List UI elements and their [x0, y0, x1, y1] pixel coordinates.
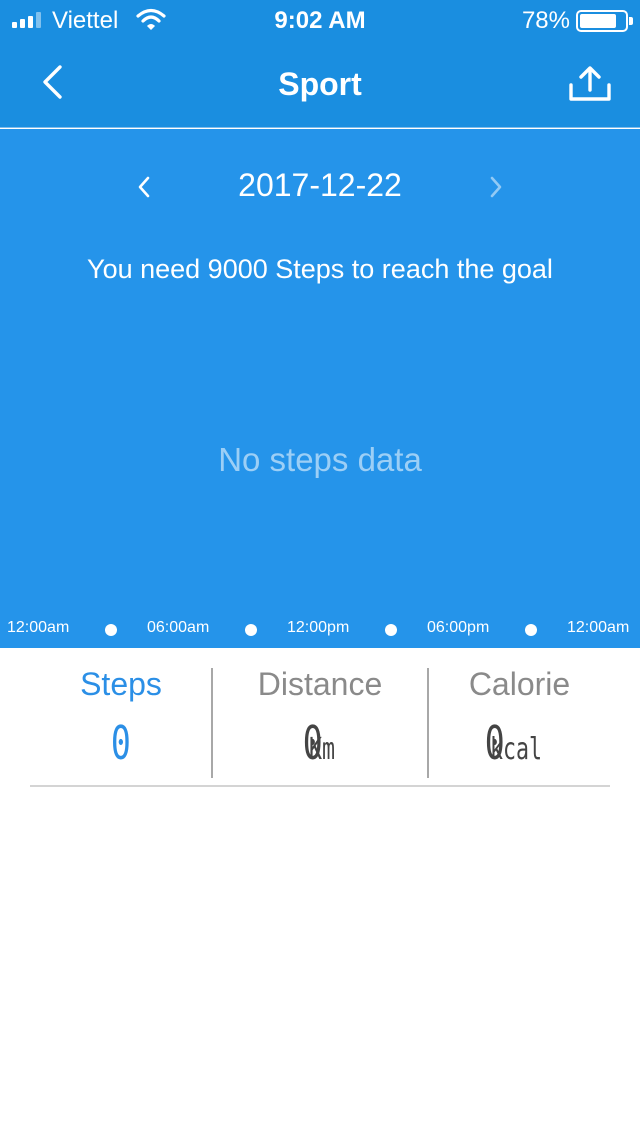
calorie-value: 0kcal — [429, 720, 610, 766]
share-upload-icon — [569, 66, 611, 101]
time-axis-label: 12:00pm — [287, 619, 350, 636]
steps-tab[interactable]: Steps 0 — [30, 648, 212, 787]
time-axis-label: 06:00am — [147, 619, 210, 636]
calorie-tab[interactable]: Calorie 0kcal — [429, 648, 610, 787]
share-button[interactable] — [564, 60, 616, 108]
navigation-bar: Sport — [0, 40, 640, 128]
distance-tab[interactable]: Distance 0Km — [213, 648, 427, 787]
steps-chart-panel: 2017-12-22 You need 9000 Steps to reach … — [0, 129, 640, 648]
time-axis-dot — [525, 624, 537, 636]
steps-label: Steps — [80, 666, 162, 702]
steps-count: 0 — [111, 716, 131, 770]
next-day-button[interactable] — [476, 167, 516, 207]
time-axis-dot — [105, 624, 117, 636]
distance-unit: Km — [308, 732, 335, 767]
chevron-right-icon — [490, 176, 502, 198]
status-bar: Viettel 9:02 AM 78% — [0, 0, 640, 40]
time-axis-label: 12:00am — [7, 619, 70, 636]
page-title: Sport — [278, 66, 362, 102]
time-axis-label: 12:00am — [567, 619, 630, 636]
time-axis-dot — [245, 624, 257, 636]
time-axis-dot — [385, 624, 397, 636]
distance-label: Distance — [257, 666, 383, 702]
selected-date: 2017-12-22 — [238, 167, 402, 203]
battery-icon — [576, 10, 633, 32]
steps-value: 0 — [30, 720, 212, 766]
time-axis: 12:00am 06:00am 12:00pm 06:00pm 12:00am — [0, 619, 640, 639]
time-axis-label: 06:00pm — [427, 619, 490, 636]
empty-state-message: No steps data — [218, 441, 422, 478]
stats-summary: Steps 0 Distance 0Km Calorie 0kcal — [30, 648, 610, 787]
goal-message: You need 9000 Steps to reach the goal — [87, 254, 553, 284]
battery-percentage: 78% — [521, 7, 570, 34]
distance-value: 0Km — [213, 720, 427, 766]
calorie-unit: kcal — [490, 732, 543, 767]
calorie-label: Calorie — [468, 666, 571, 702]
